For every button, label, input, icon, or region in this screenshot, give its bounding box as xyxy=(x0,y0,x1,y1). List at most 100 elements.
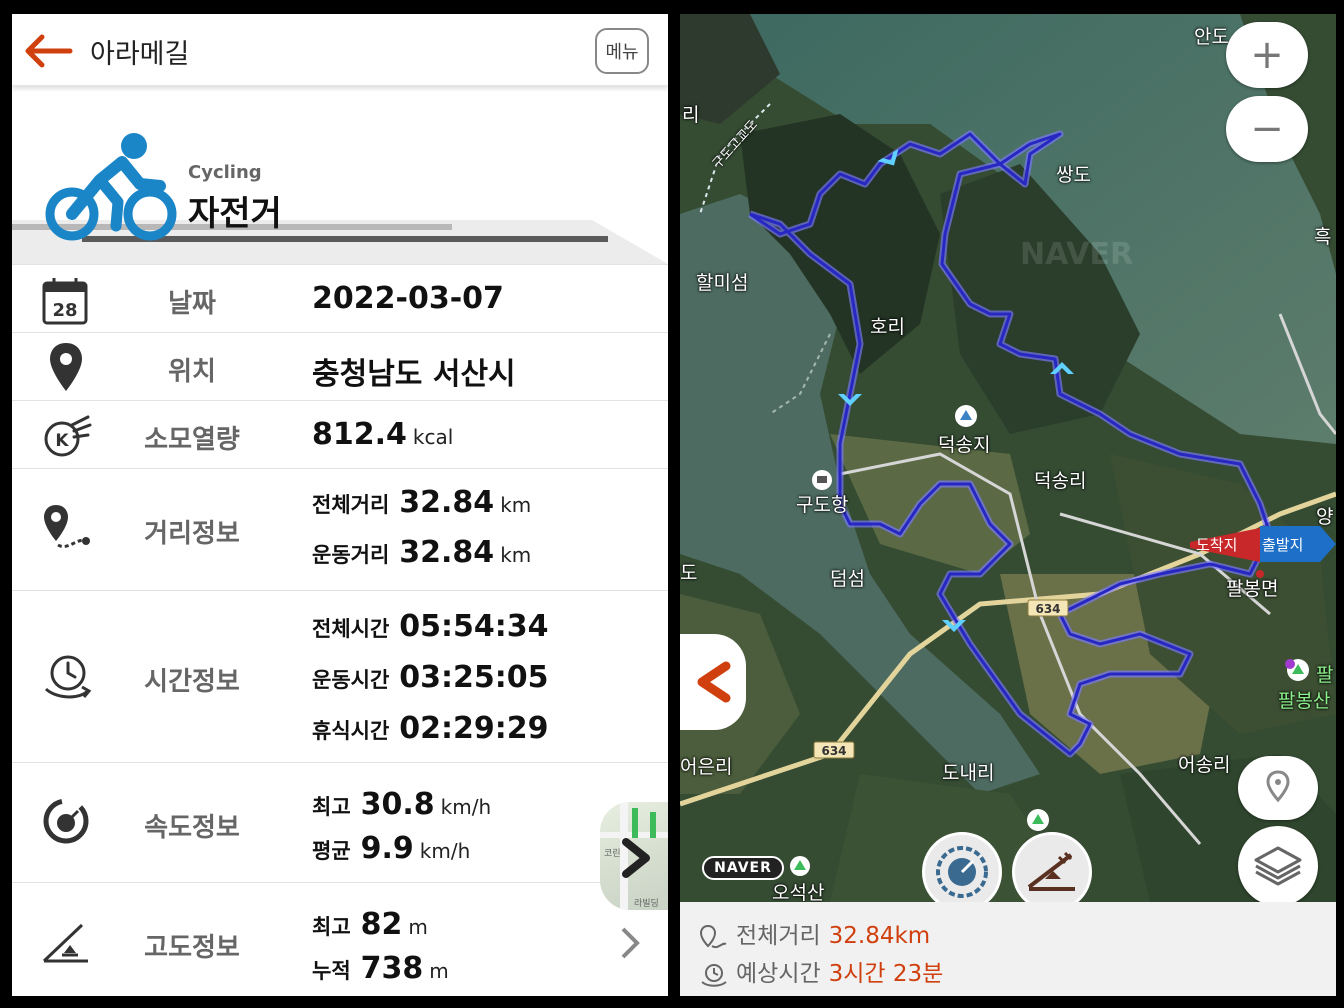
activity-type-en: Cycling xyxy=(188,162,262,183)
menu-button[interactable]: 메뉴 xyxy=(595,28,649,74)
moving-distance-line: 운동거리 32.84 km xyxy=(312,535,531,570)
max-altitude-value: 82 xyxy=(360,907,403,942)
place-label: 팔봉산 xyxy=(1278,690,1331,712)
moving-distance-value: 32.84 xyxy=(399,535,495,570)
place-label: 팔 xyxy=(1316,664,1334,686)
activity-header: Cycling 자전거 xyxy=(12,100,668,264)
total-distance-value: 32.84 xyxy=(399,485,495,520)
altitude-row: 고도정보 최고 82 m 누적 738 m xyxy=(12,882,668,996)
calendar-day: 28 xyxy=(52,300,77,321)
chevron-left-icon xyxy=(697,661,731,703)
place-label: 흑 xyxy=(1314,226,1332,248)
total-distance-unit: km xyxy=(500,493,532,517)
summary-distance-line: 전체거리 32.84km xyxy=(698,916,930,950)
moving-distance-label: 운동거리 xyxy=(312,543,390,567)
place-label: 팔봉면 xyxy=(1226,578,1279,600)
zoom-out-button[interactable]: − xyxy=(1226,96,1308,162)
place-label: 리 xyxy=(682,104,700,126)
max-altitude-label: 최고 xyxy=(312,915,351,939)
total-distance-label: 전체거리 xyxy=(312,493,390,517)
location-row: 위치 충청남도 서산시 xyxy=(12,332,668,400)
total-time-label: 전체시간 xyxy=(312,617,390,641)
altitude-slope-icon xyxy=(42,923,88,963)
route-shield-634-b: 634 xyxy=(821,744,846,758)
zoom-in-button[interactable]: + xyxy=(1226,22,1308,88)
speed-gauge-button[interactable] xyxy=(922,832,1002,912)
moving-time-line: 운동시간 03:25:05 xyxy=(312,660,549,695)
moving-time-value: 03:25:05 xyxy=(399,660,549,695)
place-label: 덕송지 xyxy=(938,434,991,456)
avg-speed-label: 평균 xyxy=(312,839,351,863)
mini-map-label-1: 코린 xyxy=(604,848,621,859)
summary-eta-label: 예상시간 xyxy=(736,961,821,987)
total-time-line: 전체시간 05:54:34 xyxy=(312,609,549,644)
activity-type-ko: 자전거 xyxy=(188,194,282,234)
cycling-icon xyxy=(45,133,177,241)
date-label: 날짜 xyxy=(168,289,216,319)
back-button[interactable] xyxy=(24,34,74,68)
calorie-badge: K xyxy=(55,431,69,451)
map-thumbnail-button[interactable]: 코린 라빌딩 xyxy=(600,802,668,910)
distance-row: 거리정보 전체거리 32.84 km 운동거리 32.84 km xyxy=(12,468,668,590)
moving-time-label: 운동시간 xyxy=(312,668,390,692)
route-summary: 전체거리 32.84km 예상시간 3시간 23분 xyxy=(680,902,1336,996)
place-label: 어은리 xyxy=(680,756,733,778)
collapse-panel-button[interactable] xyxy=(680,634,746,730)
altitude-label: 고도정보 xyxy=(144,933,240,963)
date-row: 28 날짜 2022-03-07 xyxy=(12,264,668,332)
max-altitude-unit: m xyxy=(408,915,428,939)
rest-time-line: 휴식시간 02:29:29 xyxy=(312,711,549,746)
place-label: 안도 xyxy=(1194,26,1229,48)
calories-row: K 소모열량 812.4 kcal xyxy=(12,400,668,468)
speed-row: 속도정보 최고 30.8 km/h 평균 9.9 km/h xyxy=(12,762,668,882)
place-label: 양 xyxy=(1316,506,1334,528)
avg-speed-line: 평균 9.9 km/h xyxy=(312,831,470,866)
max-speed-label: 최고 xyxy=(312,795,351,819)
cum-altitude-label: 누적 xyxy=(312,959,351,983)
cum-altitude-line: 누적 738 m xyxy=(312,951,449,986)
location-pin-icon xyxy=(50,343,82,391)
page-title: 아라메길 xyxy=(90,39,190,70)
chevron-right-icon[interactable] xyxy=(618,925,642,961)
screen: 아라메길 메뉴 Cycling 자전거 28 날짜 2022-03-07 위치 … xyxy=(0,0,1344,1008)
max-speed-value: 30.8 xyxy=(360,787,435,822)
total-time-value: 05:54:34 xyxy=(399,609,549,644)
summary-eta-line: 예상시간 3시간 23분 xyxy=(698,954,943,988)
calories-label: 소모열량 xyxy=(144,425,240,455)
calorie-flame-icon: K xyxy=(44,415,92,457)
avg-speed-unit: km/h xyxy=(419,839,471,863)
calories-value-line: 812.4 kcal xyxy=(312,417,453,452)
calories-value: 812.4 xyxy=(312,417,407,452)
mini-map-icon: 코린 라빌딩 xyxy=(600,802,668,910)
top-bar: 아라메길 메뉴 xyxy=(12,14,668,86)
place-label: 덕송리 xyxy=(1034,470,1087,492)
layers-icon xyxy=(1254,846,1302,886)
depart-marker-label: 출발지 xyxy=(1262,536,1303,554)
map-watermark: NAVER xyxy=(1020,237,1133,272)
max-speed-unit: km/h xyxy=(440,795,492,819)
speedometer-icon xyxy=(936,846,988,898)
place-label: 도 xyxy=(680,562,698,584)
location-value: 충청남도 서산시 xyxy=(312,357,516,392)
max-speed-line: 최고 30.8 km/h xyxy=(312,787,491,822)
layers-button[interactable] xyxy=(1238,826,1318,906)
my-location-button[interactable] xyxy=(1238,756,1318,820)
rest-time-value: 02:29:29 xyxy=(399,711,549,746)
location-label: 위치 xyxy=(168,357,216,387)
date-value: 2022-03-07 xyxy=(312,281,504,316)
distance-route-icon xyxy=(699,924,727,948)
rest-time-label: 휴식시간 xyxy=(312,719,390,743)
place-label: 어송리 xyxy=(1178,754,1231,776)
place-label: 할미섬 xyxy=(696,272,749,294)
calories-unit: kcal xyxy=(412,425,454,449)
altitude-slope-icon xyxy=(1027,851,1075,891)
speedometer-icon xyxy=(43,798,89,844)
place-label: 오석산 xyxy=(772,882,825,904)
elevation-button[interactable] xyxy=(1012,832,1092,912)
location-pin-icon xyxy=(1266,770,1290,803)
place-label: 쌍도 xyxy=(1056,164,1091,186)
calendar-icon: 28 xyxy=(42,278,88,325)
arrive-marker-label: 도착지 xyxy=(1196,536,1237,554)
place-label: 도내리 xyxy=(942,762,995,784)
time-row: 시간정보 전체시간 05:54:34 운동시간 03:25:05 휴식시간 02:29… xyxy=(12,590,668,762)
